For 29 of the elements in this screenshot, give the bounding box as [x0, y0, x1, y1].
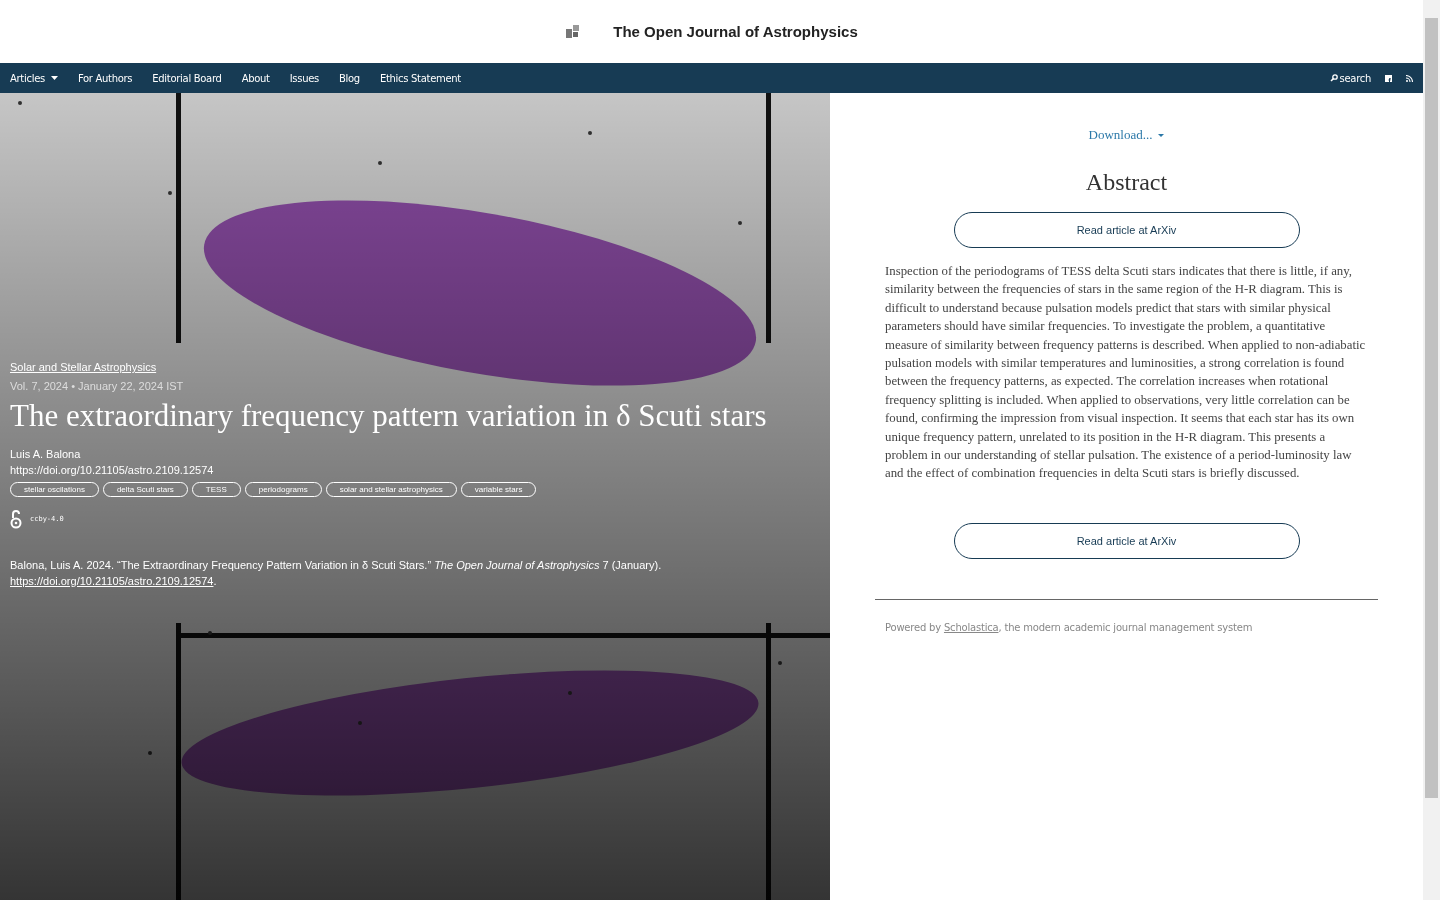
journal-title: The Open Journal of Astrophysics: [613, 23, 858, 40]
nav-link[interactable]: Ethics Statement: [379, 72, 461, 84]
nav-link[interactable]: Issues: [289, 72, 319, 84]
abstract-heading: Abstract: [1085, 169, 1168, 196]
nav-link[interactable]: For Authors: [77, 72, 133, 84]
facebook-icon[interactable]: [1385, 74, 1392, 82]
nav-link[interactable]: Editorial Board: [152, 72, 222, 84]
abstract-text: Inspection of the periodograms of TESS delta Scuti stars indicates that there is little, if any, similarity between the frequencies of stars in the same region of the H-R diagram. This is difficult to understand because pulsation models predict that stars with similar physical parameters should have similar frequencies. To investigate the problem, a quantitative measure of similarity between frequency patterns is described. When applied to non-adiabatic pulsation models with similar temperatures and luminosities, a strong correlation is found between the frequency patterns, as expected. The correlation increases when rotational frequency splitting is included. When applied to observations, very little correlation can be found, confirming the impression from visual inspection. It seems that each star has its own unique frequency pattern, unrelated to its position in the H-R diagram. This presents a problem in our understanding of stellar pulsation. The existence of a period-luminosity law and the effect of combination frequencies in delta Scuti stars is briefly discussed.: [884, 263, 1367, 483]
powered-by-text: Powered by Scholastica, the modern academic journal management system: [884, 621, 1254, 633]
caret-icon: [1158, 133, 1165, 137]
arxiv-button[interactable]: Read article at ArXiv: [953, 212, 1300, 248]
nav-link[interactable]: Blog: [339, 72, 360, 84]
search-link[interactable]: search: [1329, 72, 1371, 84]
citation-text: Balona, Luis A. 2024. “The Extraordinary Frequency Pattern Variation in δ Scuti Stars.” The Open Journal of Astrophysics 7 (January). https://doi.org/10.21105/astro.2109.12574.: [10, 558, 663, 589]
open-access-icon: [10, 509, 22, 529]
citation-period: .: [213, 575, 217, 587]
author-name: Luis A. Balona: [10, 448, 81, 460]
nav-link[interactable]: About: [241, 72, 270, 84]
logo-icon: [565, 23, 582, 40]
search-icon: [1329, 74, 1338, 82]
rss-icon[interactable]: [1406, 74, 1413, 82]
nav-link[interactable]: Articles: [10, 72, 58, 84]
scholastica-link[interactable]: Scholastica: [943, 621, 999, 633]
scrollbar[interactable]: [1423, 0, 1440, 900]
download-link[interactable]: Download...: [1088, 127, 1165, 143]
doi-text: https://doi.org/10.21105/astro.2109.12574: [10, 464, 214, 476]
article-title: The extraordinary frequency pattern variation in δ Scuti stars: [10, 398, 768, 434]
arxiv-button[interactable]: Read article at ArXiv: [953, 522, 1300, 559]
issue-date: Vol. 7, 2024 • January 22, 2024 IST: [10, 380, 185, 392]
